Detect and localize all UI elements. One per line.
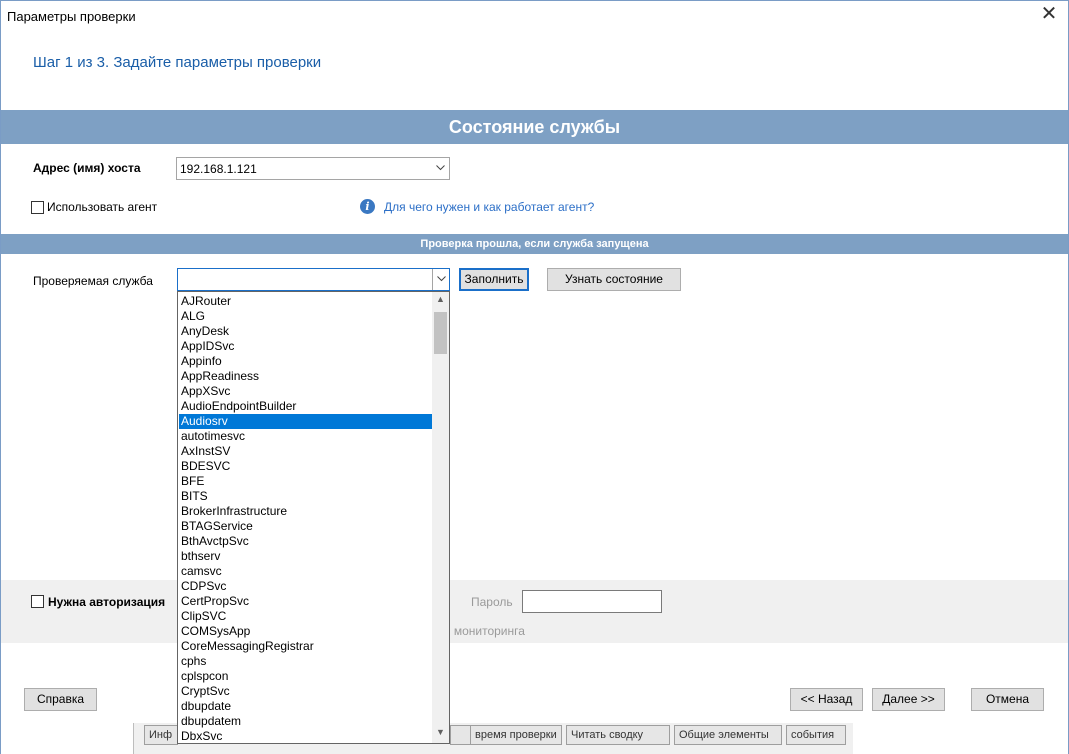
dropdown-item[interactable]: CryptSvc [179,684,433,699]
section-title: Состояние службы [1,110,1068,144]
chevron-down-icon[interactable] [432,269,449,290]
dropdown-item[interactable]: dbupdatem [179,714,433,729]
use-agent-checkbox[interactable] [31,201,44,214]
dropdown-item[interactable]: CoreMessagingRegistrar [179,639,433,654]
dropdown-item[interactable]: AppXSvc [179,384,433,399]
auth-label[interactable]: Нужна авторизация [48,595,165,609]
get-status-button[interactable]: Узнать состояние [547,268,681,291]
scroll-thumb[interactable] [434,312,447,354]
service-label: Проверяемая служба [33,274,153,288]
window-title: Параметры проверки [7,9,136,24]
dropdown-item[interactable]: camsvc [179,564,433,579]
check-condition-banner: Проверка прошла, если служба запущена [1,234,1068,254]
service-combobox[interactable] [177,268,450,291]
dropdown-item[interactable]: Audiosrv [179,414,433,429]
next-button[interactable]: Далее >> [872,688,945,711]
host-combobox[interactable]: 192.168.1.121 [176,157,450,180]
host-value: 192.168.1.121 [180,162,257,176]
dropdown-item[interactable]: dbupdate [179,699,433,714]
dropdown-item[interactable]: AudioEndpointBuilder [179,399,433,414]
dropdown-item[interactable]: AxInstSV [179,444,433,459]
dropdown-item[interactable]: BFE [179,474,433,489]
dropdown-item[interactable]: AnyDesk [179,324,433,339]
info-icon: i [360,199,375,214]
auth-hint-text: я мониторинга [444,624,525,638]
fill-button[interactable]: Заполнить [459,268,529,291]
dropdown-item[interactable]: AppIDSvc [179,339,433,354]
dropdown-item[interactable]: BITS [179,489,433,504]
dropdown-item[interactable]: CertPropSvc [179,594,433,609]
dropdown-item[interactable]: Appinfo [179,354,433,369]
auth-checkbox[interactable] [31,595,44,608]
dropdown-item[interactable]: AJRouter [179,294,433,309]
dropdown-item[interactable]: bthserv [179,549,433,564]
host-label: Адрес (имя) хоста [33,161,141,175]
chevron-down-icon[interactable] [432,158,449,179]
dropdown-item[interactable]: cphs [179,654,433,669]
dropdown-item[interactable]: ALG [179,309,433,324]
password-label: Пароль [471,595,513,609]
dropdown-item[interactable]: DbxSvc [179,729,433,743]
dropdown-item[interactable]: ClipSVC [179,609,433,624]
dropdown-item[interactable]: BTAGService [179,519,433,534]
title-bar: Параметры проверки ✕ [0,0,1069,31]
scroll-down-icon[interactable]: ▼ [432,727,449,741]
scroll-up-icon[interactable]: ▲ [432,294,449,308]
dropdown-item[interactable]: COMSysApp [179,624,433,639]
dropdown-item[interactable]: cplspcon [179,669,433,684]
password-input[interactable] [522,590,662,613]
dropdown-item[interactable]: BrokerInfrastructure [179,504,433,519]
dropdown-item[interactable]: autotimesvc [179,429,433,444]
dropdown-item[interactable]: CDPSvc [179,579,433,594]
cancel-button[interactable]: Отмена [971,688,1044,711]
dropdown-item[interactable]: AppReadiness [179,369,433,384]
dropdown-item[interactable]: BthAvctpSvc [179,534,433,549]
service-dropdown-list[interactable]: AJRouter ALG AnyDesk AppIDSvc Appinfo AppRead… [177,291,450,744]
dropdown-scrollbar[interactable]: ▲ ▼ [432,292,449,743]
step-heading: Шаг 1 из 3. Задайте параметры проверки [33,54,322,71]
back-button[interactable]: << Назад [790,688,863,711]
dropdown-item[interactable]: BDESVC [179,459,433,474]
agent-help-link[interactable]: Для чего нужен и как работает агент? [384,200,594,214]
use-agent-label[interactable]: Использовать агент [47,200,157,214]
help-button[interactable]: Справка [24,688,97,711]
close-icon[interactable]: ✕ [1036,3,1062,27]
